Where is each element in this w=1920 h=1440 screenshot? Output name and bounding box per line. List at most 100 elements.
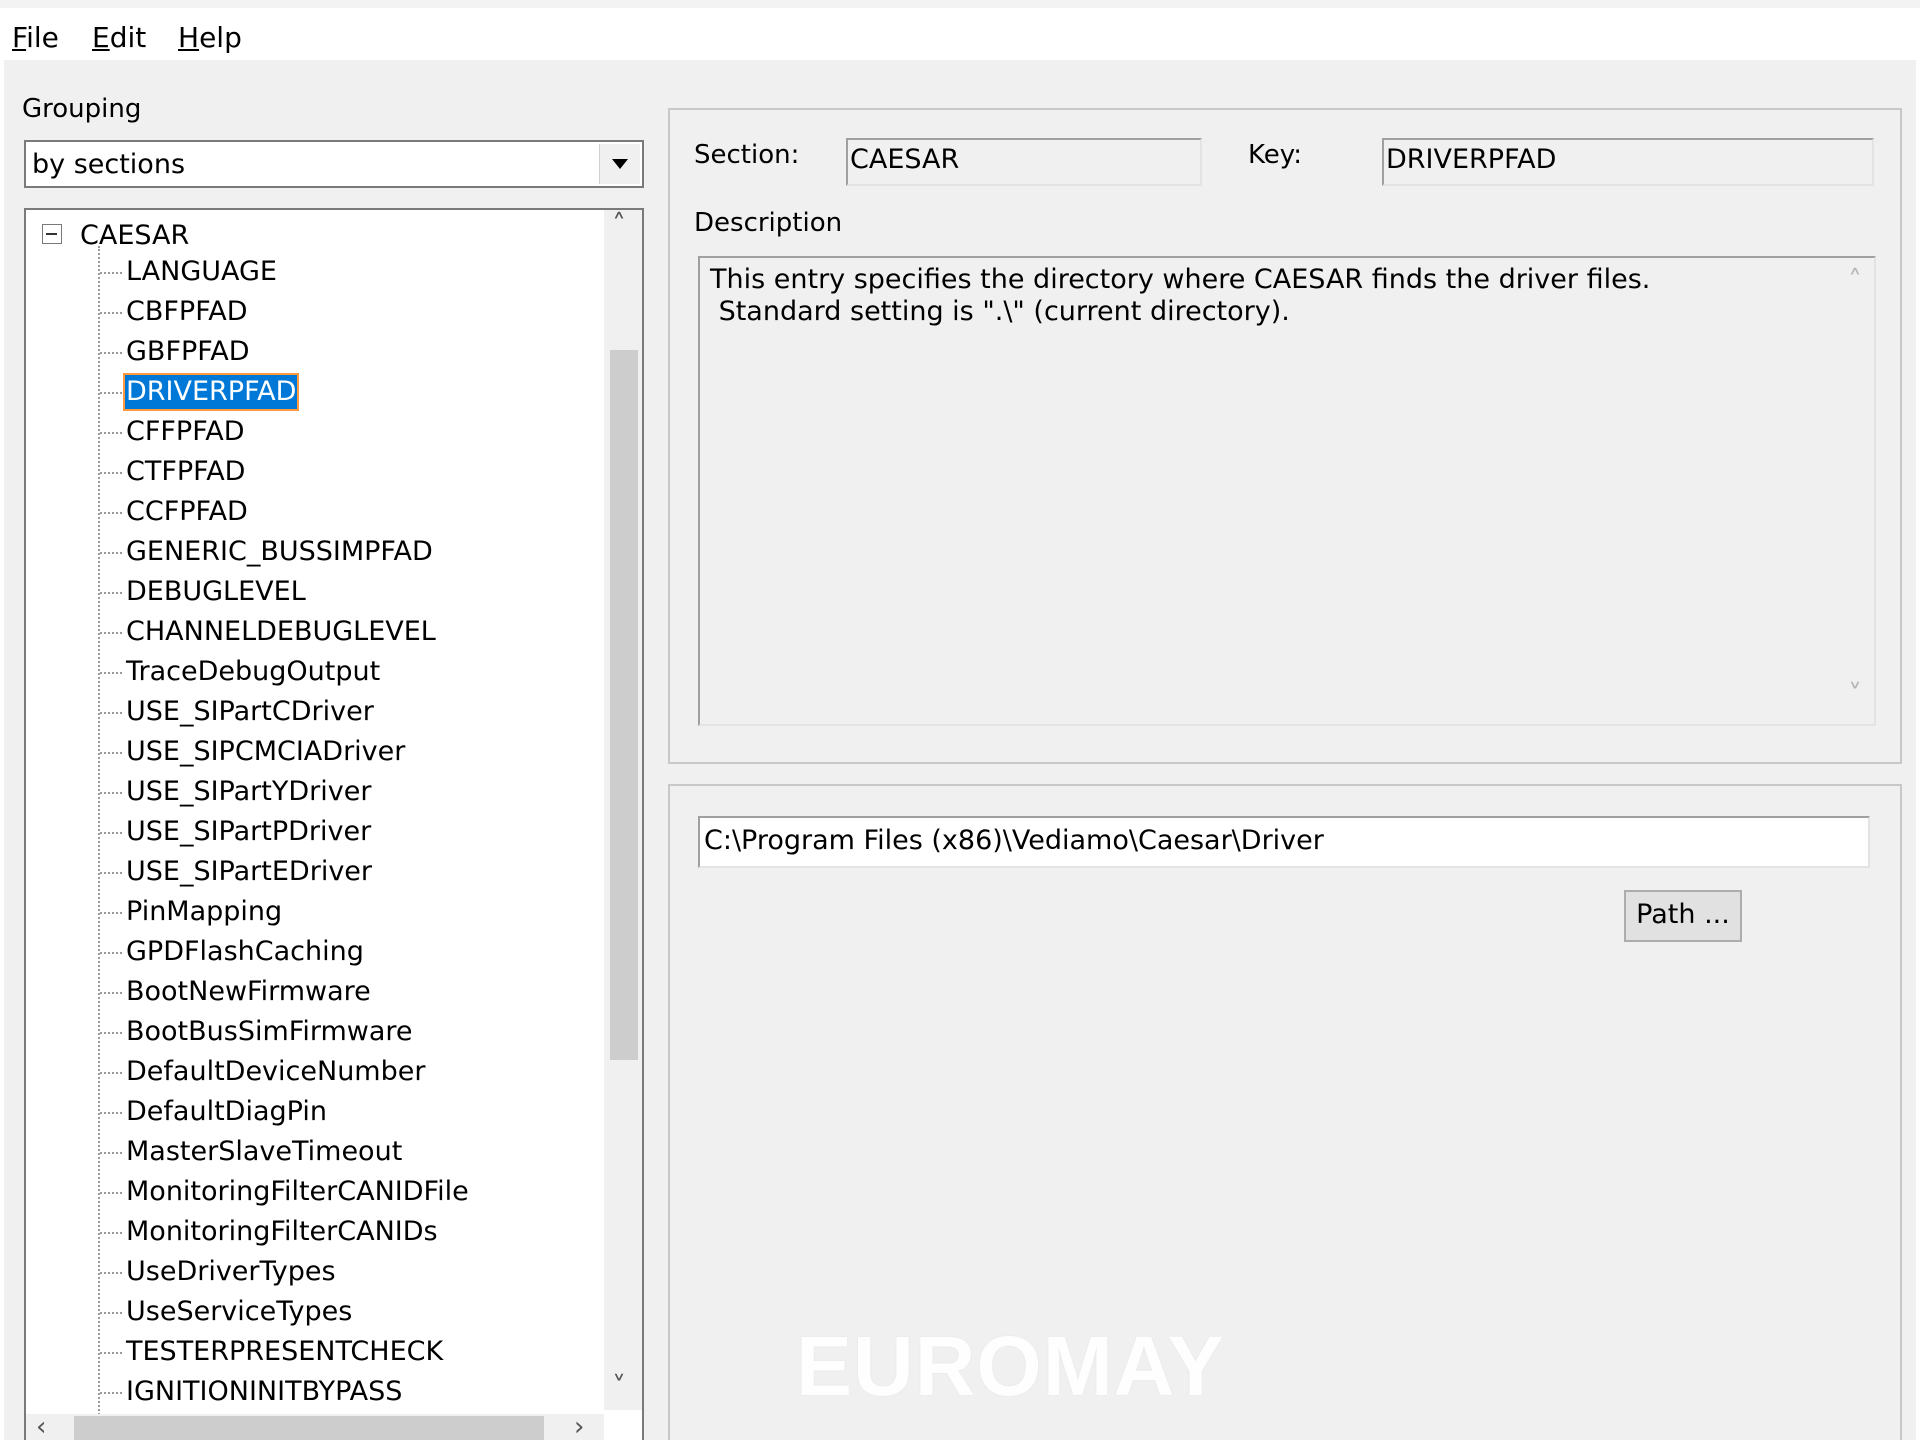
collapse-icon[interactable] — [42, 224, 62, 244]
tree-connector — [100, 1232, 122, 1234]
path-browse-button[interactable]: Path ... — [1624, 890, 1742, 942]
tree-item[interactable]: USE_SIPartCDriver — [26, 694, 606, 730]
scroll-down-icon[interactable]: ˅ — [612, 1372, 626, 1402]
tree-item-label: CHANNELDEBUGLEVEL — [126, 616, 436, 647]
tree-item[interactable]: CFFPFAD — [26, 414, 606, 450]
grouping-combobox[interactable]: by sections — [24, 140, 644, 188]
tree-item[interactable]: TESTERPRESENTCHECK — [26, 1334, 606, 1370]
tree-connector — [100, 912, 122, 914]
settings-tree[interactable]: CAESAR LANGUAGE CBFPFAD GBFPFAD DRIVERPFAD C… — [24, 208, 644, 1440]
menu-help-accel: H — [178, 21, 200, 54]
path-input[interactable]: C:\Program Files (x86)\Vediamo\Caesar\Dr… — [698, 816, 1870, 868]
tree-item-label: DEBUGLEVEL — [126, 576, 306, 607]
grouping-label: Grouping — [22, 94, 142, 124]
tree-item-label: TESTERPRESENTCHECK — [126, 1336, 444, 1367]
tree-connector — [100, 712, 122, 714]
menu-file[interactable]: File — [12, 22, 59, 54]
description-textbox[interactable]: This entry specifies the directory where… — [698, 256, 1876, 726]
tree-item[interactable]: BootBusSimFirmware — [26, 1014, 606, 1050]
menu-bar: File Edit Help — [0, 8, 1920, 60]
tree-item[interactable]: DefaultDiagPin — [26, 1094, 606, 1130]
tree-item[interactable]: PinMapping — [26, 894, 606, 930]
scroll-up-icon: ˄ — [1848, 264, 1862, 297]
tree-connector — [100, 312, 122, 314]
title-bar-edge — [0, 0, 1920, 8]
tree-item-label: DefaultDiagPin — [126, 1096, 327, 1127]
tree-connector — [100, 1152, 122, 1154]
grouping-selected-value: by sections — [32, 149, 186, 180]
tree-item-label: CCFPFAD — [126, 496, 248, 527]
tree-item-label: MonitoringFilterCANIDs — [126, 1216, 438, 1247]
tree-item[interactable]: BootNewFirmware — [26, 974, 606, 1010]
tree-item-label: USE_SIPartYDriver — [126, 776, 372, 807]
tree-item[interactable]: USE_SIPCMCIADriver — [26, 734, 606, 770]
menu-edit-accel: E — [92, 21, 110, 54]
tree-item-label: CTFPFAD — [126, 456, 246, 487]
menu-help[interactable]: Help — [178, 22, 242, 54]
tree-connector — [100, 1112, 122, 1114]
tree-item[interactable]: MonitoringFilterCANIDFile — [26, 1174, 606, 1210]
section-field: CAESAR — [846, 138, 1202, 186]
tree-item[interactable]: USE_SIPartPDriver — [26, 814, 606, 850]
tree-item[interactable]: GBFPFAD — [26, 334, 606, 370]
tree-item-label: UseDriverTypes — [126, 1256, 336, 1287]
scroll-right-icon[interactable]: › — [574, 1412, 584, 1440]
tree-item[interactable]: UseServiceTypes — [26, 1294, 606, 1330]
tree-item[interactable]: DEBUGLEVEL — [26, 574, 606, 610]
tree-item[interactable]: UseDriverTypes — [26, 1254, 606, 1290]
tree-item[interactable]: GENERIC_BUSSIMPFAD — [26, 534, 606, 570]
tree-item[interactable]: USE_SIPartEDriver — [26, 854, 606, 890]
tree-item[interactable]: TraceDebugOutput — [26, 654, 606, 690]
tree-connector — [100, 512, 122, 514]
menu-edit[interactable]: Edit — [92, 22, 146, 54]
tree-item-label: DefaultDeviceNumber — [126, 1056, 426, 1087]
tree-item[interactable]: MasterSlaveTimeout — [26, 1134, 606, 1170]
tree-connector — [100, 872, 122, 874]
tree-item[interactable]: USE_SIPartYDriver — [26, 774, 606, 810]
tree-item-label: DRIVERPFAD — [122, 373, 300, 411]
scroll-left-icon[interactable]: ‹ — [36, 1412, 46, 1440]
tree-connector — [100, 352, 122, 354]
tree-item-label: USE_SIPartCDriver — [126, 696, 374, 727]
tree-item[interactable]: CTFPFAD — [26, 454, 606, 490]
tree-connector — [100, 472, 122, 474]
tree-item[interactable]: LANGUAGE — [26, 254, 606, 290]
scroll-up-icon[interactable]: ˄ — [612, 210, 626, 240]
tree-connector — [100, 992, 122, 994]
tree-item[interactable]: CCFPFAD — [26, 494, 606, 530]
tree-item[interactable]: DRIVERPFAD — [26, 373, 606, 411]
tree-item[interactable]: CHANNELDEBUGLEVEL — [26, 614, 606, 650]
tree-connector — [100, 1192, 122, 1194]
tree-connector — [100, 792, 122, 794]
tree-connector — [100, 672, 122, 674]
tree-horizontal-scroll-thumb[interactable] — [74, 1416, 544, 1440]
tree-horizontal-scrollbar[interactable]: ‹ › — [26, 1412, 604, 1440]
tree-connector — [100, 392, 122, 394]
combobox-dropdown-button[interactable] — [599, 144, 640, 184]
tree-root-caesar[interactable]: CAESAR — [80, 220, 189, 252]
tree-item-label: LANGUAGE — [126, 256, 277, 287]
tree-connector — [100, 1312, 122, 1314]
tree-item[interactable]: CBFPFAD — [26, 294, 606, 330]
tree-connector — [100, 272, 122, 274]
description-line-1: This entry specifies the directory where… — [710, 264, 1651, 295]
tree-item[interactable]: MonitoringFilterCANIDs — [26, 1214, 606, 1250]
tree-item[interactable]: DefaultDeviceNumber — [26, 1054, 606, 1090]
tree-item-label: GPDFlashCaching — [126, 936, 364, 967]
section-label: Section: — [694, 140, 800, 170]
tree-vertical-scroll-thumb[interactable] — [610, 350, 638, 1060]
tree-item-label: BootNewFirmware — [126, 976, 371, 1007]
tree-item-label: CBFPFAD — [126, 296, 248, 327]
tree-connector — [100, 432, 122, 434]
watermark-text: EUROMAY — [796, 1319, 1225, 1413]
tree-item[interactable]: IGNITIONINITBYPASS — [26, 1374, 606, 1410]
menu-help-label: elp — [199, 21, 242, 54]
tree-item-label: CFFPFAD — [126, 416, 245, 447]
tree-item-label: BootBusSimFirmware — [126, 1016, 413, 1047]
tree-vertical-scrollbar[interactable]: ˄ ˅ — [604, 210, 642, 1410]
tree-connector — [100, 832, 122, 834]
tree-connector — [100, 552, 122, 554]
tree-item[interactable]: GPDFlashCaching — [26, 934, 606, 970]
tree-connector — [100, 1272, 122, 1274]
key-field: DRIVERPFAD — [1382, 138, 1874, 186]
